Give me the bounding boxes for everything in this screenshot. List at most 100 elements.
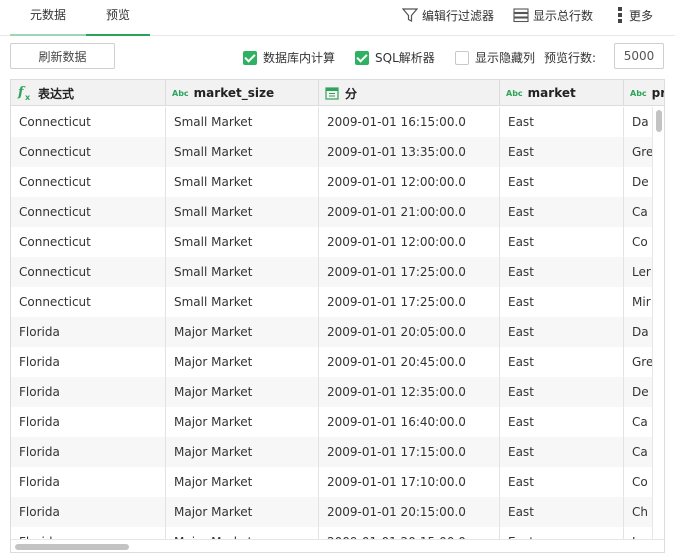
cell-market-size: Small Market xyxy=(166,227,319,257)
cell-market: East xyxy=(500,347,624,377)
cell-minute: 2009-01-01 12:00:00.0 xyxy=(319,167,500,197)
preview-grid: fx 表达式 Abc market_size 分 Abc market Abc … xyxy=(10,79,665,553)
cell-expression: Connecticut xyxy=(11,107,166,137)
sql-parser-label: SQL解析器 xyxy=(375,51,435,65)
cell-market-size: Small Market xyxy=(166,257,319,287)
db-compute-checkbox[interactable]: 数据库内计算 xyxy=(243,49,335,66)
table-row[interactable]: FloridaMajor Market2009-01-01 20:15:00.0… xyxy=(11,497,664,527)
grid-body: Connecticut Small Market 2009-01-01 16:15:… xyxy=(11,107,664,552)
cell-market-size: Major Market xyxy=(166,407,319,437)
cell-minute: 2009-01-01 16:15:00.0 xyxy=(319,107,500,137)
more-vertical-icon xyxy=(618,7,622,23)
cell-minute: 2009-01-01 17:25:00.0 xyxy=(319,257,500,287)
cell-market: East xyxy=(500,437,624,467)
formula-icon: fx xyxy=(17,85,31,101)
tab-preview[interactable]: 预览 xyxy=(86,0,150,36)
cell-market: East xyxy=(500,287,624,317)
cell-product: De xyxy=(632,175,649,189)
cell-market: East xyxy=(500,107,624,137)
table-row[interactable]: Connecticut Small Market 2009-01-01 12:00:… xyxy=(11,227,664,257)
cell-minute: 2009-01-01 20:15:00.0 xyxy=(319,497,500,527)
preview-rows-input[interactable] xyxy=(614,43,664,69)
cell-market-size: Major Market xyxy=(166,467,319,497)
cell-expression: Connecticut xyxy=(11,167,166,197)
top-bar: 元数据 预览 编辑行过滤器 显示总行数 更多 xyxy=(0,0,675,36)
cell-market-size: Major Market xyxy=(166,437,319,467)
rows-icon xyxy=(513,8,529,23)
more-menu-button[interactable]: 更多 xyxy=(615,5,653,25)
cell-product: Co xyxy=(632,235,648,249)
cell-market: East xyxy=(500,257,624,287)
table-row[interactable]: Connecticut Small Market 2009-01-01 13:35:… xyxy=(11,137,664,167)
vertical-scrollbar[interactable] xyxy=(652,107,664,539)
checkbox-checked-icon xyxy=(243,50,257,65)
cell-market-size: Small Market xyxy=(166,287,319,317)
cell-expression: Connecticut xyxy=(11,287,166,317)
cell-minute: 2009-01-01 12:00:00.0 xyxy=(319,227,500,257)
db-compute-label: 数据库内计算 xyxy=(263,51,336,65)
column-header-market[interactable]: Abc market xyxy=(500,80,624,106)
column-header-product[interactable]: Abc pro xyxy=(624,80,664,106)
filter-icon xyxy=(402,8,418,22)
table-row[interactable]: Florida Major Market 2009-01-01 16:40:00.0… xyxy=(11,407,664,437)
cell-expression: Florida xyxy=(11,467,166,497)
cell-product: Mir xyxy=(632,295,651,309)
table-row[interactable]: Connecticut Small Market 2009-01-01 17:25:… xyxy=(11,257,664,287)
cell-expression: Connecticut xyxy=(11,227,166,257)
horizontal-scroll-thumb[interactable] xyxy=(15,544,129,550)
column-title: 分 xyxy=(345,86,358,101)
refresh-data-button[interactable]: 刷新数据 xyxy=(10,43,115,69)
table-row[interactable]: Connecticut Small Market 2009-01-01 21:00:… xyxy=(11,197,664,227)
cell-minute: 2009-01-01 20:05:00.0 xyxy=(319,317,500,347)
checkbox-unchecked-icon xyxy=(455,50,469,65)
table-row[interactable]: Florida Major Market 2009-01-01 12:35:00.0… xyxy=(11,377,664,407)
cell-market-size: Small Market xyxy=(166,167,319,197)
cell-market-size: Major Market xyxy=(166,497,319,527)
text-type-icon: Abc xyxy=(630,88,647,98)
cell-market: East xyxy=(500,197,624,227)
more-label: 更多 xyxy=(629,8,654,23)
horizontal-scrollbar[interactable] xyxy=(11,539,664,552)
text-type-icon: Abc xyxy=(172,88,189,98)
table-row[interactable]: Florida Major Market 2009-01-01 17:15:00.0… xyxy=(11,437,664,467)
cell-product: Ca xyxy=(632,445,648,459)
cell-market-size: Small Market xyxy=(166,137,319,167)
cell-market-size: Major Market xyxy=(166,317,319,347)
column-header-expression[interactable]: fx 表达式 xyxy=(11,80,166,106)
tab-metadata[interactable]: 元数据 xyxy=(10,0,86,36)
cell-minute: 2009-01-01 16:40:00.0 xyxy=(319,407,500,437)
cell-expression: Connecticut xyxy=(11,197,166,227)
show-total-rows-button[interactable]: 显示总行数 xyxy=(513,5,593,25)
edit-row-filter-button[interactable]: 编辑行过滤器 xyxy=(402,5,494,25)
column-title: market_size xyxy=(193,86,275,100)
cell-market: East xyxy=(500,167,624,197)
cell-expression: Florida xyxy=(11,497,166,527)
cell-market: East xyxy=(500,497,624,527)
column-header-minute[interactable]: 分 xyxy=(319,80,500,106)
cell-minute: 2009-01-01 17:25:00.0 xyxy=(319,287,500,317)
cell-product: Ler xyxy=(632,265,651,279)
cell-product: Da xyxy=(632,325,649,339)
cell-market-size: Major Market xyxy=(166,377,319,407)
table-row[interactable]: Connecticut Small Market 2009-01-01 16:15:… xyxy=(11,107,664,137)
cell-expression: Florida xyxy=(11,347,166,377)
cell-product: Ch xyxy=(632,505,648,519)
grid-header: fx 表达式 Abc market_size 分 Abc market Abc … xyxy=(11,80,664,106)
cell-minute: 2009-01-01 12:35:00.0 xyxy=(319,377,500,407)
cell-market-size: Small Market xyxy=(166,107,319,137)
table-row[interactable]: Florida Major Market 2009-01-01 17:10:00.0… xyxy=(11,467,664,497)
table-row[interactable]: Connecticut Small Market 2009-01-01 12:00:… xyxy=(11,167,664,197)
cell-market: East xyxy=(500,227,624,257)
cell-minute: 2009-01-01 17:10:00.0 xyxy=(319,467,500,497)
cell-minute: 2009-01-01 17:15:00.0 xyxy=(319,437,500,467)
show-hidden-columns-checkbox[interactable]: 显示隐藏列 xyxy=(455,49,535,66)
table-row[interactable]: Florida Major Market 2009-01-01 20:45:00.0… xyxy=(11,347,664,377)
cell-product: Ca xyxy=(632,205,648,219)
table-row[interactable]: Florida Major Market 2009-01-01 20:05:00.0… xyxy=(11,317,664,347)
calendar-icon xyxy=(325,87,339,100)
vertical-scroll-thumb[interactable] xyxy=(656,110,662,132)
column-title: market xyxy=(527,86,576,100)
sql-parser-checkbox[interactable]: SQL解析器 xyxy=(355,49,435,66)
column-header-market-size[interactable]: Abc market_size xyxy=(166,80,319,106)
table-row[interactable]: Connecticut Small Market 2009-01-01 17:25:… xyxy=(11,287,664,317)
